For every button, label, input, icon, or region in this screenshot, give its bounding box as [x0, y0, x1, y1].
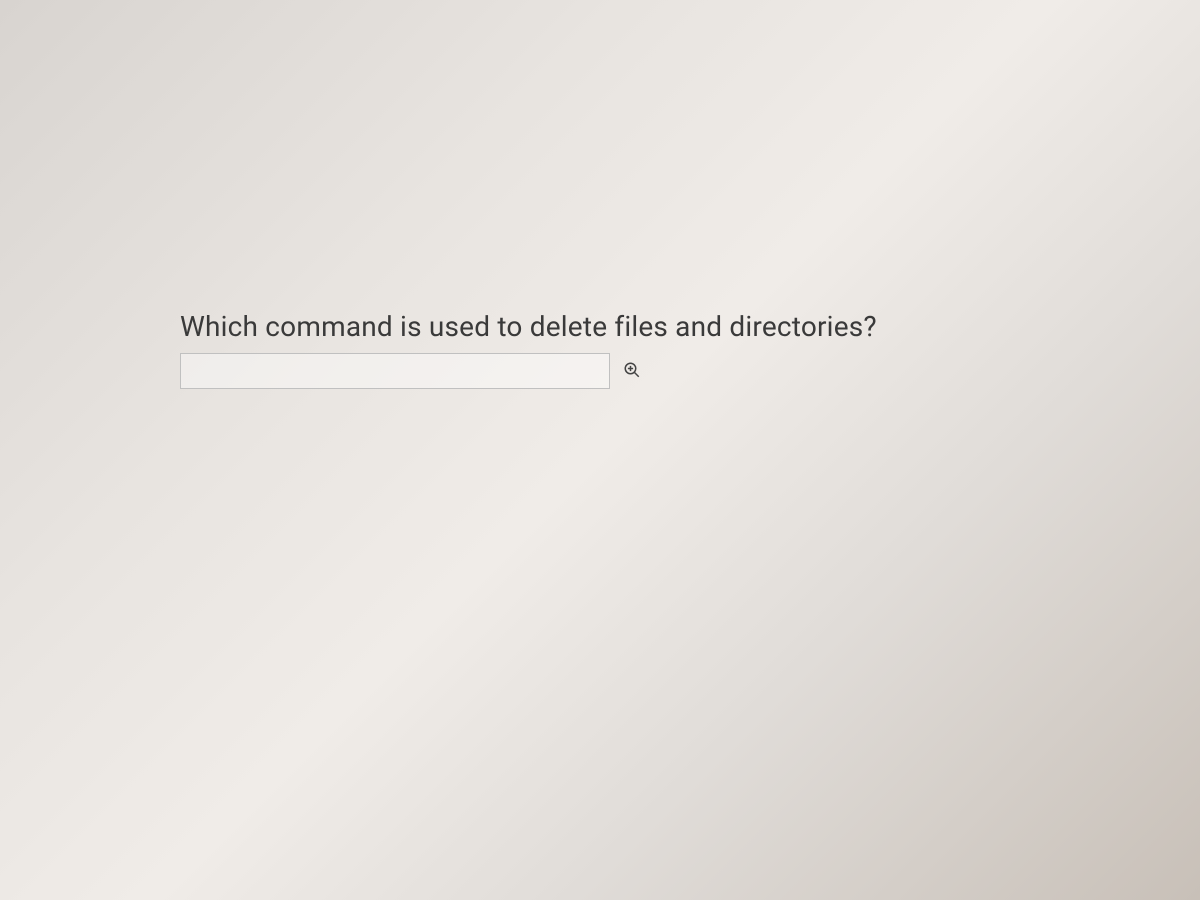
question-block: Which command is used to delete files an… — [180, 310, 1020, 389]
answer-row — [180, 353, 1020, 389]
zoom-in-icon — [623, 361, 641, 382]
answer-input[interactable] — [180, 353, 610, 389]
zoom-in-button[interactable] — [622, 361, 642, 381]
question-text: Which command is used to delete files an… — [180, 310, 1020, 343]
